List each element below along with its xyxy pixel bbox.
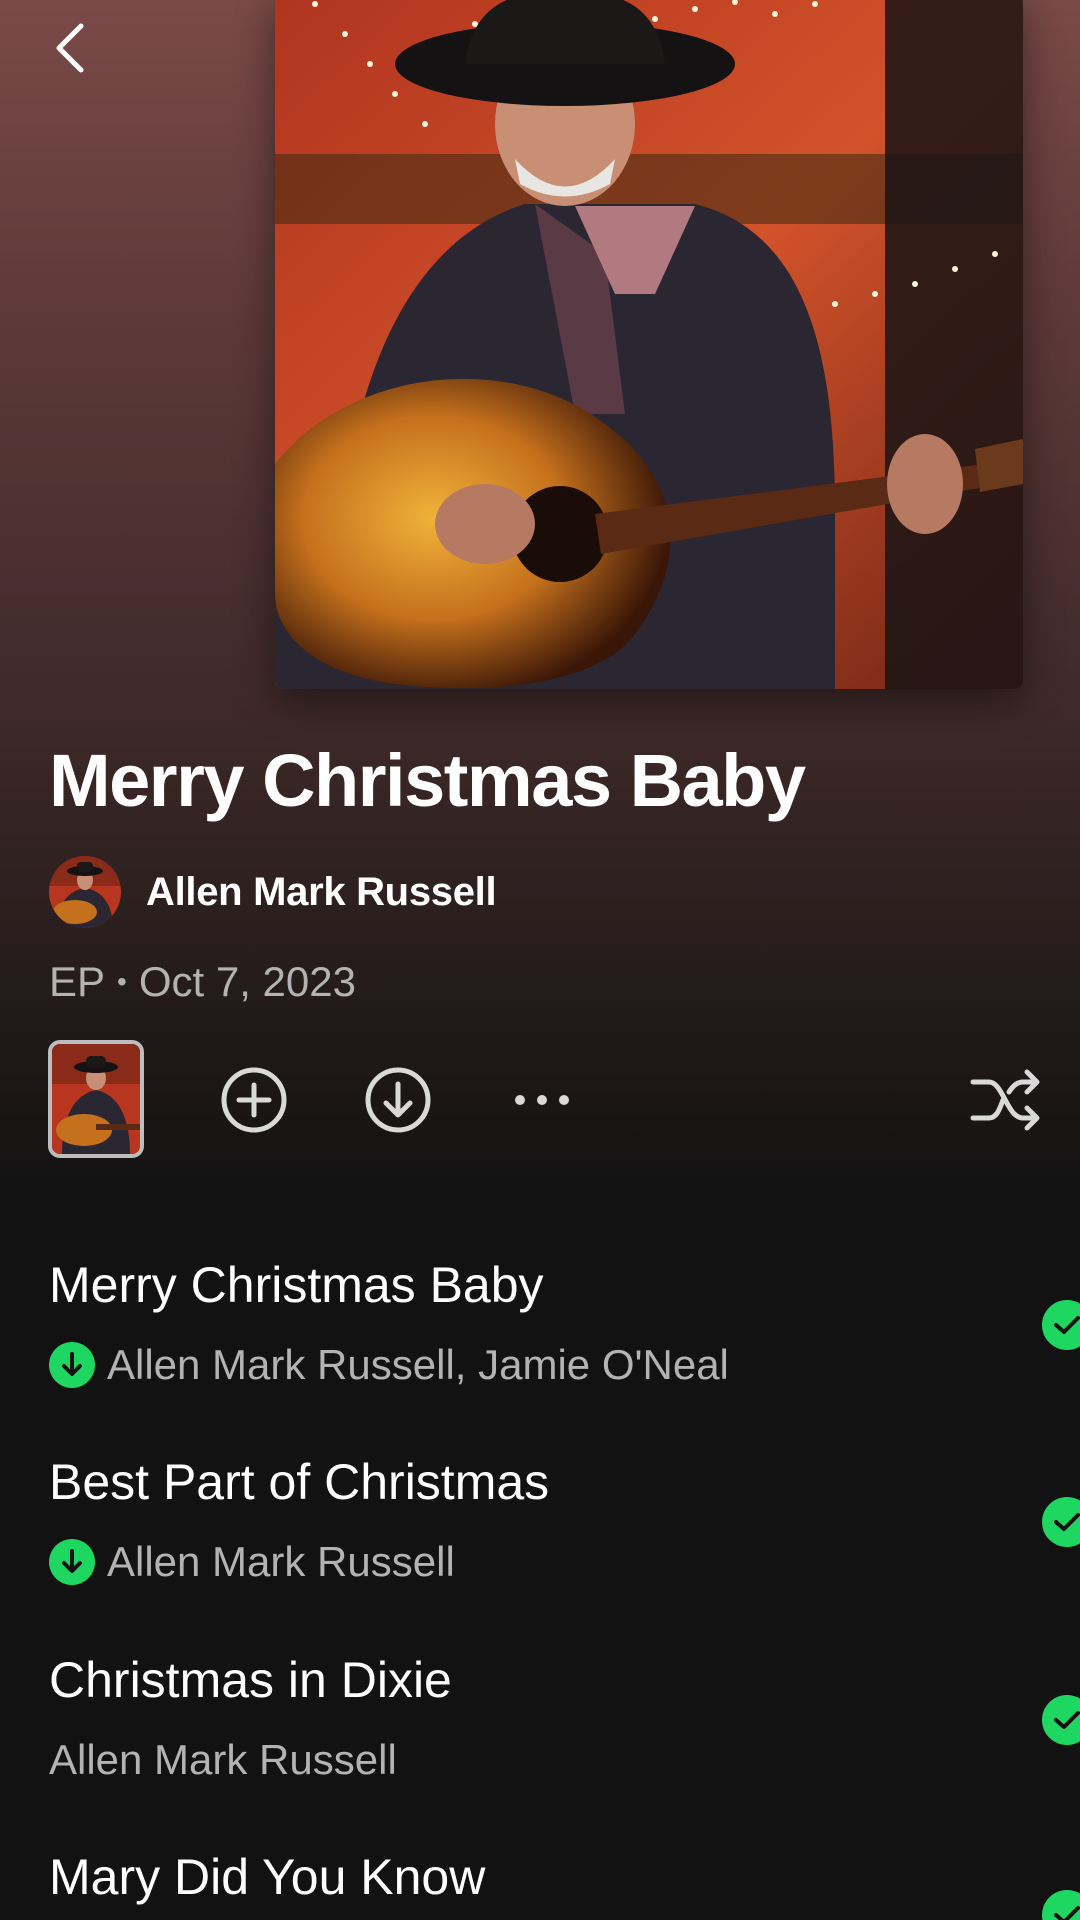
meta-separator: • [117, 966, 127, 997]
track-artists: Allen Mark Russell, Jamie O'Neal [107, 1341, 729, 1388]
saved-check-icon[interactable] [1042, 1497, 1080, 1547]
shuffle-icon [970, 1069, 1040, 1131]
track-row[interactable]: Mary Did You Know [0, 1832, 1080, 1920]
artist-avatar [49, 856, 121, 928]
saved-check-icon[interactable] [1042, 1695, 1080, 1745]
album-meta: EP • Oct 7, 2023 [49, 958, 356, 1006]
download-circle-icon [365, 1067, 431, 1133]
shuffle-button[interactable] [966, 1062, 1046, 1138]
album-thumbnail-button[interactable] [48, 1040, 144, 1158]
more-horizontal-icon [515, 1095, 569, 1105]
track-artists: Allen Mark Russell [107, 1538, 455, 1585]
track-subtitle: Allen Mark Russell, Jamie O'Neal [49, 1340, 729, 1390]
artist-name: Allen Mark Russell [146, 869, 497, 914]
track-subtitle: Allen Mark Russell [49, 1735, 397, 1785]
album-page: Merry Christmas Baby Allen Mark Russell … [0, 0, 1080, 1920]
add-to-library-button[interactable] [218, 1064, 290, 1136]
track-title: Christmas in Dixie [49, 1652, 452, 1708]
album-cover [275, 0, 1023, 689]
plus-circle-icon [221, 1067, 287, 1133]
track-title: Best Part of Christmas [49, 1454, 550, 1510]
release-date: Oct 7, 2023 [138, 958, 356, 1005]
album-type: EP [49, 958, 106, 1005]
downloaded-icon [49, 1539, 95, 1585]
track-subtitle: Allen Mark Russell [49, 1537, 455, 1587]
track-row[interactable]: Best Part of Christmas Allen Mark Russel… [0, 1437, 1080, 1607]
more-options-button[interactable] [506, 1064, 578, 1136]
track-title: Mary Did You Know [49, 1849, 486, 1905]
saved-check-icon[interactable] [1042, 1300, 1080, 1350]
download-button[interactable] [362, 1064, 434, 1136]
track-row[interactable]: Merry Christmas Baby Allen Mark Russell,… [0, 1240, 1080, 1410]
back-button[interactable] [40, 18, 100, 78]
track-title: Merry Christmas Baby [49, 1257, 544, 1313]
downloaded-icon [49, 1342, 95, 1388]
action-bar [0, 1040, 1080, 1162]
album-title: Merry Christmas Baby [49, 739, 806, 822]
track-row[interactable]: Christmas in Dixie Allen Mark Russell [0, 1635, 1080, 1805]
saved-check-icon[interactable] [1042, 1890, 1080, 1920]
artist-link[interactable]: Allen Mark Russell [49, 856, 497, 928]
track-artists: Allen Mark Russell [49, 1736, 397, 1783]
chevron-left-icon [56, 23, 84, 73]
